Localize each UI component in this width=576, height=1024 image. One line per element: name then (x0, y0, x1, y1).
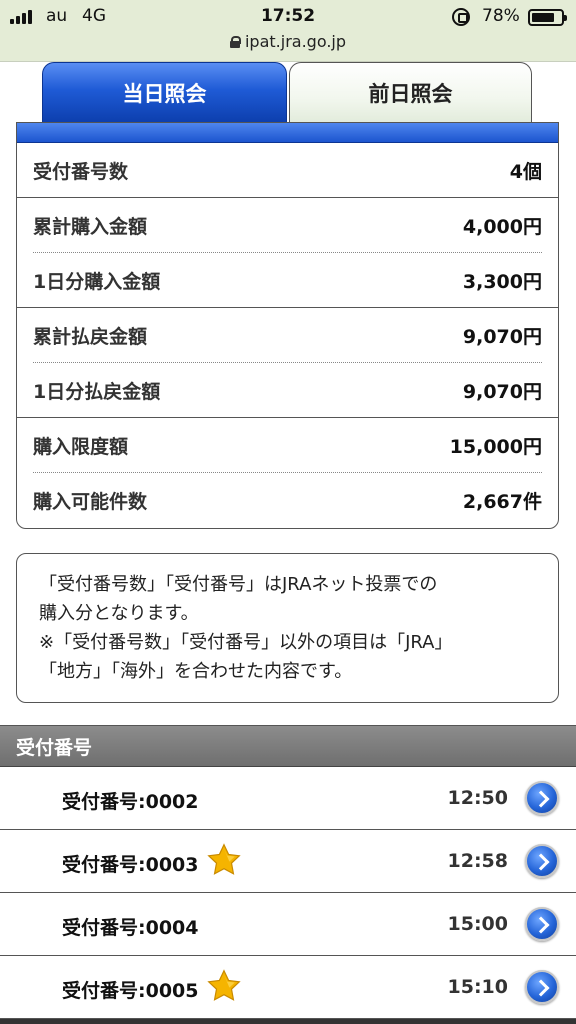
receipt-list-item[interactable]: 受付番号:0002 12:50 (0, 767, 576, 830)
receipt-number: 受付番号:0002 (62, 791, 199, 813)
summary-row-purchase-limit: 購入限度額 15,000円 (17, 418, 558, 473)
receipt-time: 15:00 (447, 913, 508, 935)
summary-value: 9,070円 (462, 326, 542, 348)
receipt-number: 受付番号:0004 (62, 917, 199, 939)
receipt-time: 12:50 (447, 787, 508, 809)
url-text: ipat.jra.go.jp (244, 32, 347, 51)
receipt-time: 12:58 (447, 850, 508, 872)
summary-value: 3,300円 (462, 270, 542, 293)
summary-label: 累計購入金額 (33, 216, 148, 238)
tab-today-inquiry[interactable]: 当日照会 (42, 62, 287, 122)
summary-row-total-purchase: 累計購入金額 4,000円 (17, 198, 558, 253)
receipt-number: 受付番号:0003 (62, 854, 199, 876)
receipt-time: 15:10 (447, 976, 508, 998)
summary-label: 受付番号数 (33, 160, 129, 183)
summary-label: 1日分払戻金額 (33, 380, 161, 403)
summary-value: 15,000円 (449, 436, 542, 458)
summary-value: 4,000円 (462, 216, 542, 238)
receipt-list-header: 受付番号 (0, 725, 576, 767)
summary-label: 1日分購入金額 (33, 270, 161, 293)
summary-label: 購入可能件数 (33, 491, 148, 513)
chevron-right-icon[interactable] (525, 907, 559, 941)
summary-row-available-count: 購入可能件数 2,667件 (17, 473, 558, 528)
note-line: 「地方」「海外」を合わせた内容です。 (39, 661, 353, 682)
rotation-lock-icon (452, 8, 470, 26)
receipt-number: 受付番号:0005 (62, 980, 199, 1002)
panel-header-band (17, 123, 558, 143)
chevron-right-icon[interactable] (525, 844, 559, 878)
lock-icon (229, 36, 241, 48)
receipt-list: 受付番号:0002 12:50 受付番号:0003 12:58 受付番号:0004 15:… (0, 767, 576, 1019)
battery-percent: 78% (482, 6, 520, 26)
note-line: 購入分となります。 (39, 603, 199, 624)
receipt-list-item[interactable]: 受付番号:0004 15:00 (0, 893, 576, 956)
note-line: ※「受付番号数」「受付番号」以外の項目は「JRA」 (39, 632, 453, 653)
chevron-right-icon[interactable] (525, 781, 559, 815)
summary-panel: 受付番号数 4個 累計購入金額 4,000円 1日分購入金額 3,300円 累計… (16, 122, 559, 529)
summary-row-daily-purchase: 1日分購入金額 3,300円 (17, 253, 558, 308)
summary-value: 2,667件 (462, 491, 542, 513)
receipt-list-item[interactable]: 受付番号:0005 15:10 (0, 956, 576, 1019)
summary-row-total-payout: 累計払戻金額 9,070円 (17, 308, 558, 363)
bottom-bar (0, 1019, 576, 1024)
chevron-right-icon[interactable] (525, 970, 559, 1004)
summary-row-daily-payout: 1日分払戻金額 9,070円 (17, 363, 558, 418)
tab-previous-day-inquiry[interactable]: 前日照会 (289, 62, 532, 122)
receipt-list-item[interactable]: 受付番号:0003 12:58 (0, 830, 576, 893)
address-bar[interactable]: ipat.jra.go.jp (0, 32, 576, 51)
note-line: 「受付番号数」「受付番号」はJRAネット投票での (39, 574, 438, 595)
summary-label: 購入限度額 (33, 436, 129, 458)
battery-icon (528, 9, 567, 26)
summary-row-receipt-count: 受付番号数 4個 (17, 143, 558, 198)
summary-label: 累計払戻金額 (33, 326, 148, 348)
status-bar: au 4G 17:52 78% ipat.jra.go.jp (0, 0, 576, 62)
star-icon (206, 968, 242, 1004)
summary-value: 9,070円 (462, 380, 542, 403)
info-note: 「受付番号数」「受付番号」はJRAネット投票での 購入分となります。 ※「受付番… (16, 553, 559, 703)
star-icon (206, 842, 242, 878)
summary-value: 4個 (509, 160, 542, 183)
